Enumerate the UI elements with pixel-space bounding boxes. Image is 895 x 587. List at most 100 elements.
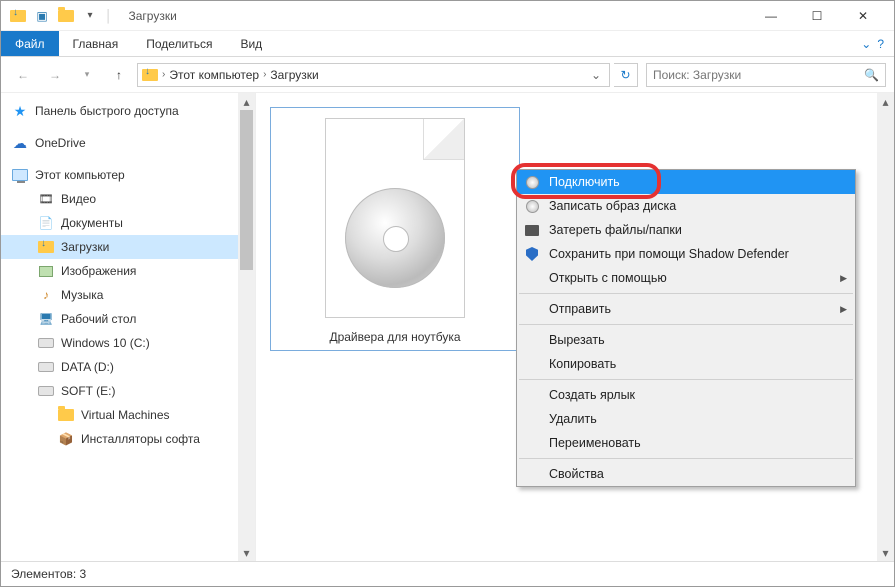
folder-icon: 📄 — [37, 214, 55, 232]
menu-delete[interactable]: Удалить — [517, 407, 855, 431]
minimize-button[interactable]: ― — [748, 1, 794, 31]
navigation-pane: ★ Панель быстрого доступа ☁ OneDrive Этот … — [1, 93, 256, 561]
menu-label: Свойства — [549, 467, 604, 481]
cloud-icon: ☁ — [11, 134, 29, 152]
menu-rename[interactable]: Переименовать — [517, 431, 855, 455]
sidebar-videos[interactable]: 🎞 Видео — [1, 187, 255, 211]
status-text: Элементов: 3 — [11, 567, 86, 581]
menu-label: Вырезать — [549, 333, 605, 347]
sidebar-quick-access[interactable]: ★ Панель быстрого доступа — [1, 99, 255, 123]
sidebar-vm-folder[interactable]: Virtual Machines — [1, 403, 255, 427]
music-icon: ♪ — [37, 286, 55, 304]
address-bar[interactable]: › Этот компьютер › Загрузки ⌄ — [137, 63, 610, 87]
disc-icon — [523, 197, 541, 215]
nav-forward-button[interactable]: → — [41, 61, 69, 89]
menu-label: Открыть с помощью — [549, 271, 667, 285]
nav-back-button[interactable]: ← — [9, 61, 37, 89]
menu-label: Записать образ диска — [549, 199, 676, 213]
menu-mount[interactable]: Подключить — [517, 170, 855, 194]
address-dropdown-icon[interactable]: ⌄ — [587, 68, 605, 82]
drive-icon — [37, 358, 55, 376]
tab-home[interactable]: Главная — [59, 31, 133, 56]
menu-send-to[interactable]: Отправить — [517, 297, 855, 321]
sidebar-item-label: Видео — [61, 192, 96, 206]
drive-icon — [37, 382, 55, 400]
downloads-icon — [37, 238, 55, 256]
sidebar-item-label: Рабочий стол — [61, 312, 136, 326]
menu-properties[interactable]: Свойства — [517, 462, 855, 486]
sidebar-item-label: Инсталляторы софта — [81, 432, 200, 446]
menu-separator — [519, 293, 853, 294]
scroll-down-icon[interactable]: ▾ — [877, 544, 894, 561]
sidebar-this-pc[interactable]: Этот компьютер — [1, 163, 255, 187]
search-input[interactable] — [653, 68, 864, 82]
sidebar-downloads[interactable]: Загрузки — [1, 235, 255, 259]
ribbon-expand-icon[interactable]: ⌄ ? — [861, 31, 894, 56]
context-menu: Подключить Записать образ диска Затереть… — [516, 169, 856, 487]
sidebar-desktop[interactable]: 🖥 Рабочий стол — [1, 307, 255, 331]
folder-icon: 📦 — [57, 430, 75, 448]
scroll-up-icon[interactable]: ▴ — [238, 93, 255, 110]
qat-dropdown-icon[interactable]: ▾ — [81, 7, 99, 25]
maximize-button[interactable]: ☐ — [794, 1, 840, 31]
chevron-right-icon[interactable]: › — [162, 69, 165, 80]
sidebar-item-label: Панель быстрого доступа — [35, 104, 179, 118]
refresh-button[interactable]: ↻ — [614, 63, 638, 87]
menu-wipe[interactable]: Затереть файлы/папки — [517, 218, 855, 242]
menu-label: Удалить — [549, 412, 597, 426]
qat-newfolder-icon[interactable] — [57, 7, 75, 25]
sidebar-drive-c[interactable]: Windows 10 (C:) — [1, 331, 255, 355]
navigation-bar: ← → ▾ ↑ › Этот компьютер › Загрузки ⌄ ↻ … — [1, 57, 894, 93]
breadcrumb-current[interactable]: Загрузки — [270, 68, 318, 82]
sidebar-onedrive[interactable]: ☁ OneDrive — [1, 131, 255, 155]
sidebar-documents[interactable]: 📄Документы — [1, 211, 255, 235]
shield-icon — [523, 245, 541, 263]
printer-icon — [523, 221, 541, 239]
menu-label: Отправить — [549, 302, 611, 316]
sidebar-item-label: Этот компьютер — [35, 168, 125, 182]
sidebar-pictures[interactable]: Изображения — [1, 259, 255, 283]
tab-file[interactable]: Файл — [1, 31, 59, 56]
app-icon — [9, 7, 27, 25]
drive-icon — [37, 334, 55, 352]
folder-icon: 🎞 — [37, 190, 55, 208]
disc-icon — [523, 173, 541, 191]
menu-label: Переименовать — [549, 436, 641, 450]
menu-shadow-defender[interactable]: Сохранить при помощи Shadow Defender — [517, 242, 855, 266]
close-button[interactable]: ✕ — [840, 1, 886, 31]
breadcrumb-root[interactable]: Этот компьютер — [169, 68, 259, 82]
search-icon[interactable]: 🔍 — [864, 68, 879, 82]
scroll-down-icon[interactable]: ▾ — [238, 544, 255, 561]
sidebar-item-label: Windows 10 (C:) — [61, 336, 150, 350]
menu-separator — [519, 379, 853, 380]
menu-open-with[interactable]: Открыть с помощью — [517, 266, 855, 290]
sidebar-scrollbar[interactable]: ▴ ▾ — [238, 93, 255, 561]
desktop-icon: 🖥 — [37, 310, 55, 328]
qat-properties-icon[interactable]: ▣ — [33, 7, 51, 25]
nav-recent-dropdown[interactable]: ▾ — [73, 61, 101, 89]
sidebar-installers-folder[interactable]: 📦 Инсталляторы софта — [1, 427, 255, 451]
menu-label: Копировать — [549, 357, 616, 371]
tab-share[interactable]: Поделиться — [132, 31, 226, 56]
sidebar-item-label: DATA (D:) — [61, 360, 114, 374]
menu-cut[interactable]: Вырезать — [517, 328, 855, 352]
file-name: Драйвера для ноутбука — [271, 330, 519, 344]
menu-copy[interactable]: Копировать — [517, 352, 855, 376]
sidebar-item-label: OneDrive — [35, 136, 86, 150]
menu-create-shortcut[interactable]: Создать ярлык — [517, 383, 855, 407]
menu-burn[interactable]: Записать образ диска — [517, 194, 855, 218]
scroll-thumb[interactable] — [240, 110, 253, 270]
content-scrollbar[interactable]: ▴ ▾ — [877, 93, 894, 561]
nav-up-button[interactable]: ↑ — [105, 61, 133, 89]
sidebar-drive-d[interactable]: DATA (D:) — [1, 355, 255, 379]
search-box[interactable]: 🔍 — [646, 63, 886, 87]
chevron-right-icon[interactable]: › — [263, 69, 266, 80]
scroll-up-icon[interactable]: ▴ — [877, 93, 894, 110]
tab-view[interactable]: Вид — [226, 31, 276, 56]
sidebar-music[interactable]: ♪Музыка — [1, 283, 255, 307]
file-item-iso[interactable]: Драйвера для ноутбука — [270, 107, 520, 351]
sidebar-drive-e[interactable]: SOFT (E:) — [1, 379, 255, 403]
star-icon: ★ — [11, 102, 29, 120]
menu-label: Затереть файлы/папки — [549, 223, 682, 237]
content-pane[interactable]: Драйвера для ноутбука Подключить Записат… — [256, 93, 894, 561]
